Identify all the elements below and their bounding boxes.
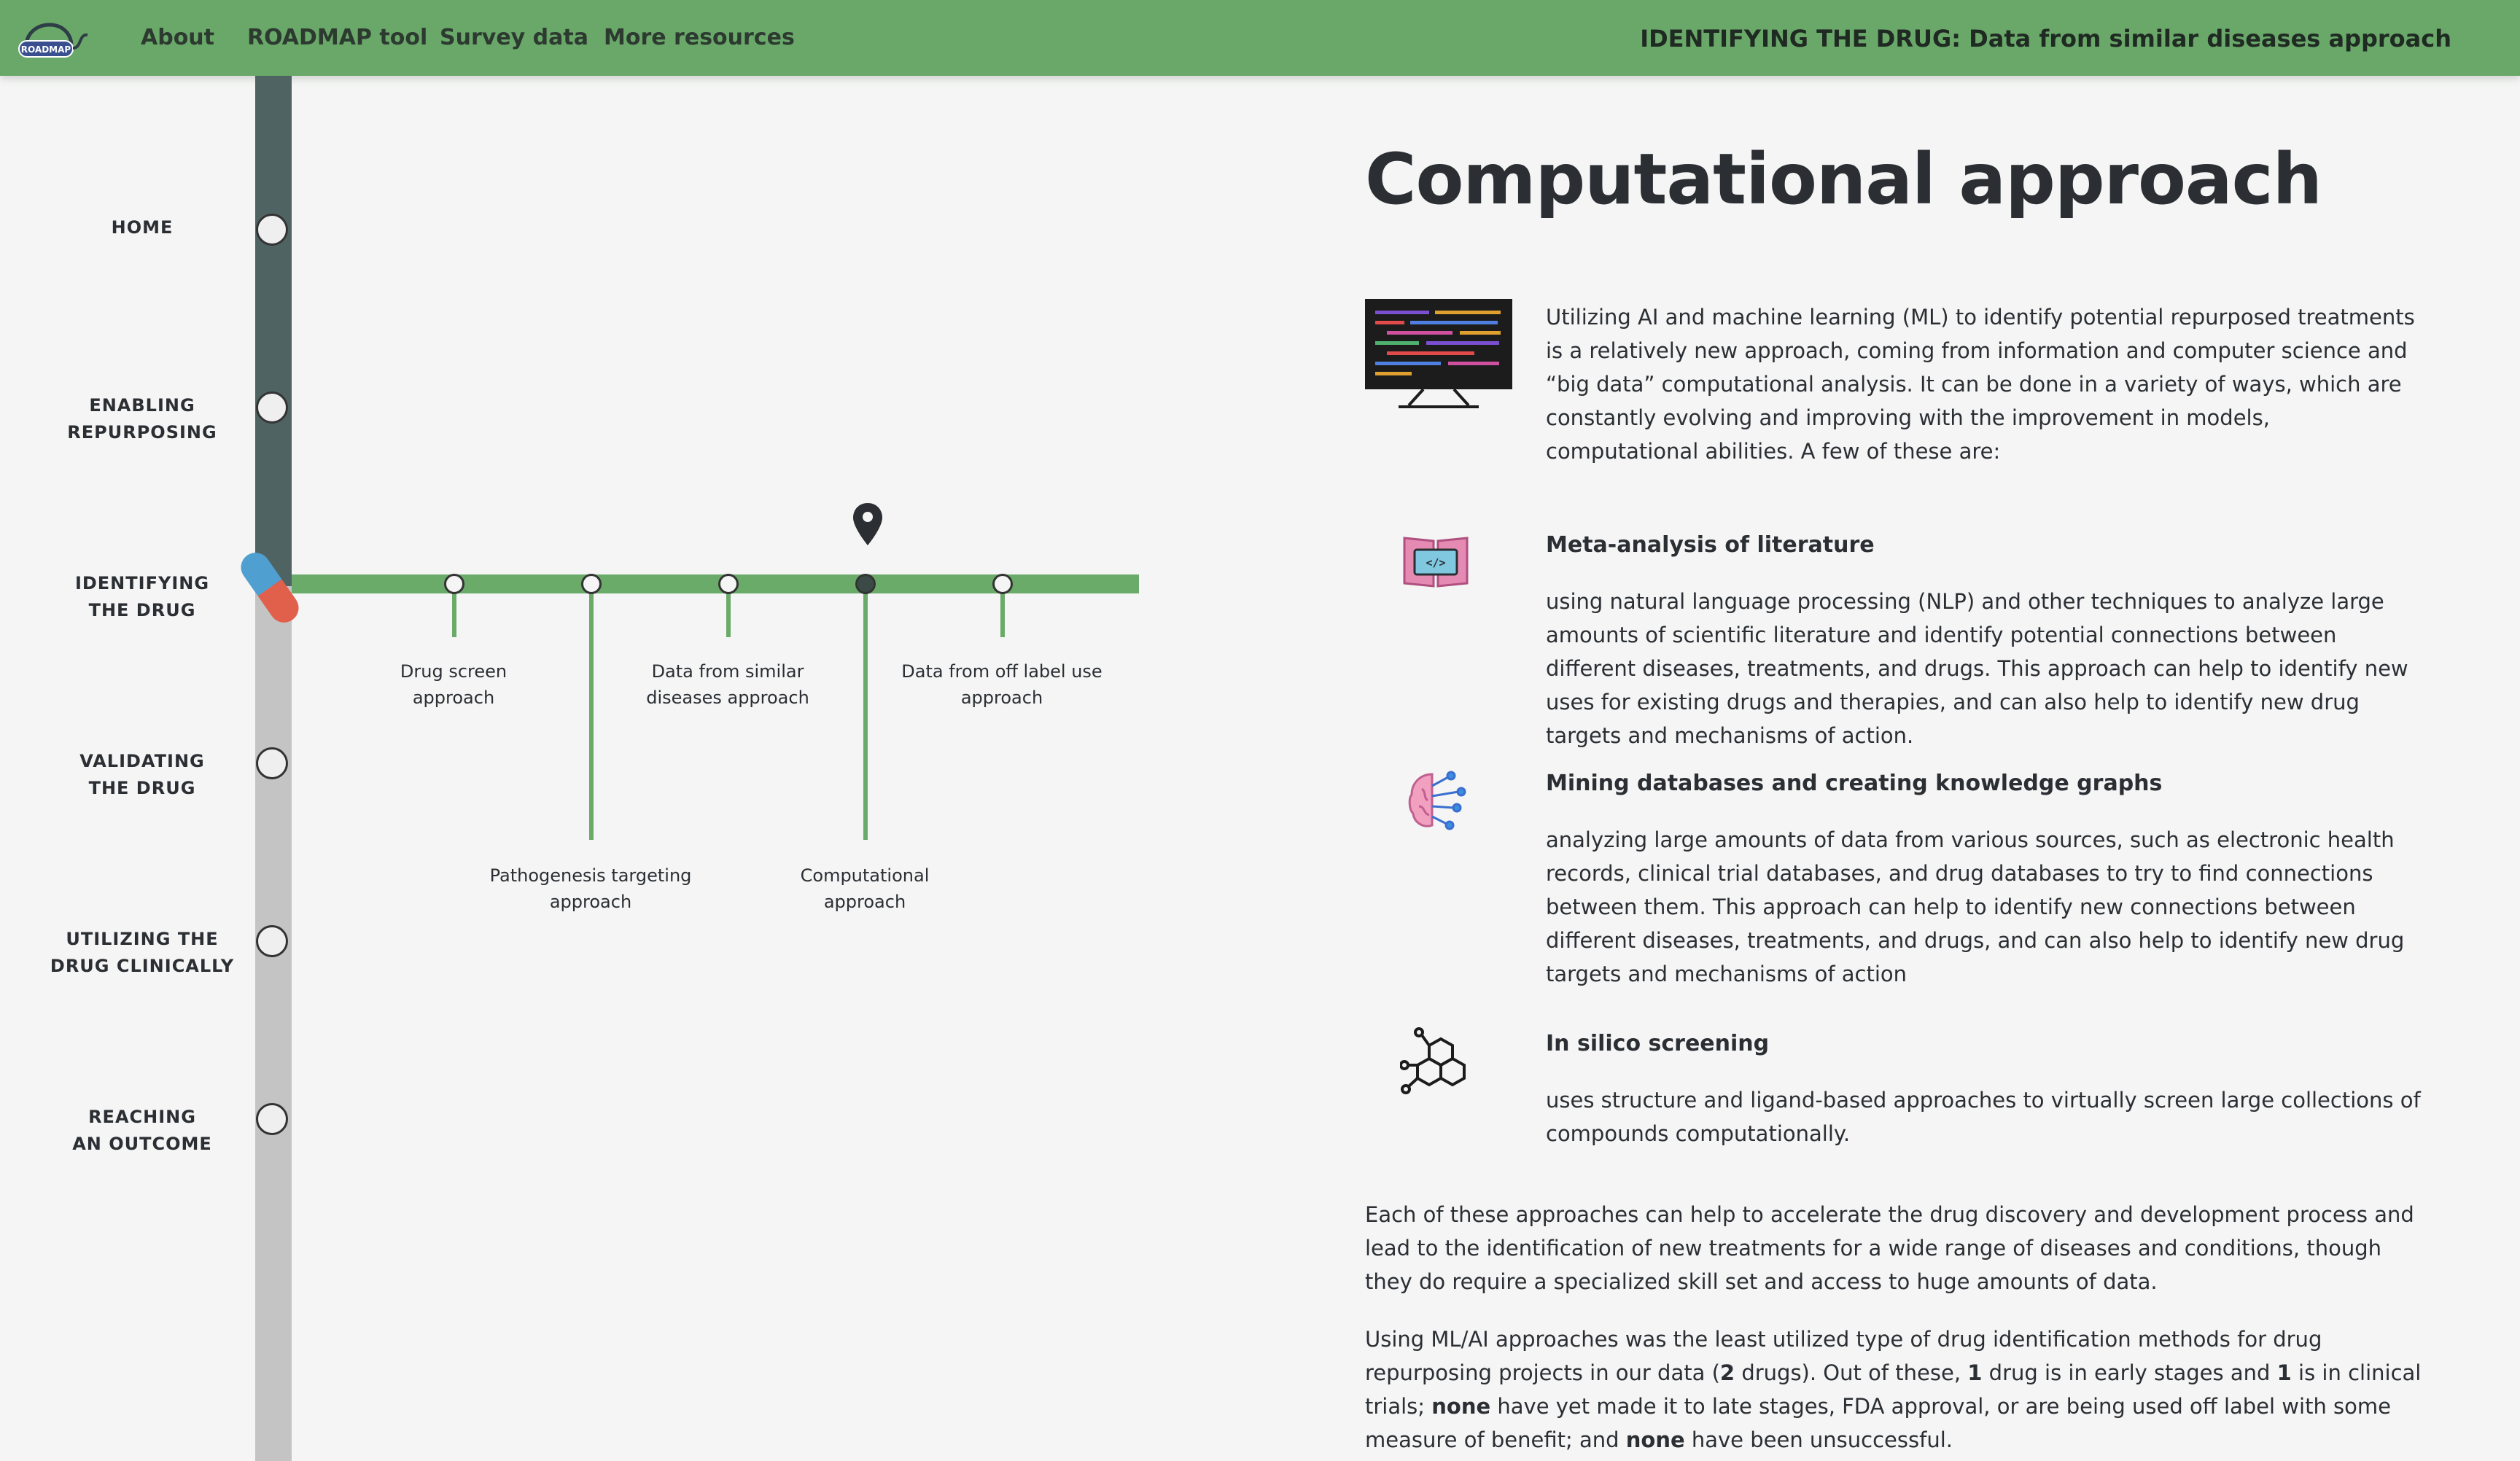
capsule-icon	[241, 553, 299, 623]
stage-node-enabling[interactable]	[256, 391, 288, 424]
approach-stem	[589, 592, 594, 840]
stage-label-home[interactable]: HOME	[44, 214, 241, 241]
approach-label-computational[interactable]: Computational approach	[763, 862, 967, 915]
stage-label-line: THE DRUG	[88, 778, 196, 798]
approach-stem	[452, 592, 456, 637]
stage-label-line: HOME	[111, 217, 174, 238]
method-title: In silico screening	[1546, 1031, 1770, 1056]
approach-label-line: approach	[549, 892, 632, 912]
nav-roadmap-tool[interactable]: ROADMAP tool	[247, 25, 427, 50]
approach-label-line: Drug screen	[400, 661, 508, 682]
approach-label-line: diseases approach	[646, 687, 809, 708]
timeline-track-remaining	[255, 586, 292, 1461]
approach-label-drug-screen[interactable]: Drug screen approach	[351, 658, 556, 711]
stats-text: have been unsuccessful.	[1684, 1427, 1953, 1452]
approach-node-pathogenesis[interactable]	[581, 574, 602, 594]
location-pin-icon	[853, 503, 882, 545]
stage-label-line: AN OUTCOME	[72, 1134, 212, 1154]
stats-early-count: 1	[1967, 1360, 1983, 1385]
intro-paragraph: Utilizing AI and machine learning (ML) t…	[1546, 305, 2415, 464]
stage-label-enabling[interactable]: ENABLING REPURPOSING	[44, 392, 241, 446]
approach-label-line: approach	[823, 892, 906, 912]
stage-label-line: DRUG CLINICALLY	[50, 956, 235, 976]
method-title: Meta-analysis of literature	[1546, 532, 1875, 558]
stage-label-outcome[interactable]: REACHING AN OUTCOME	[44, 1104, 241, 1158]
approach-stem	[863, 592, 868, 840]
nav-more-resources[interactable]: More resources	[604, 25, 795, 50]
page-title: Computational approach	[1365, 139, 2322, 220]
stage-label-identifying[interactable]: IDENTIFYING THE DRUG	[44, 570, 241, 624]
approach-stem	[1000, 592, 1005, 637]
stage-node-utilizing[interactable]	[256, 925, 288, 957]
method-text: using natural language processing (NLP) …	[1546, 589, 2408, 748]
approach-label-off-label[interactable]: Data from off label use approach	[900, 658, 1104, 711]
stats-late-count: none	[1431, 1394, 1491, 1419]
approach-label-line: approach	[960, 687, 1043, 708]
timeline-track-completed	[255, 76, 292, 586]
stats-unsuccessful-count: none	[1625, 1427, 1685, 1452]
top-navbar: ROADMAP About ROADMAP tool Survey data M…	[0, 0, 2520, 76]
approach-label-similar-diseases[interactable]: Data from similar diseases approach	[626, 658, 830, 711]
code-book-icon: </>	[1403, 537, 1469, 588]
stage-label-line: VALIDATING	[79, 751, 205, 771]
stage-node-home[interactable]	[256, 214, 288, 246]
approach-stem	[726, 592, 731, 637]
svg-text:ROADMAP: ROADMAP	[21, 44, 71, 55]
method-title: Mining databases and creating knowledge …	[1546, 771, 2163, 796]
stage-label-line: THE DRUG	[88, 600, 196, 620]
svg-text:</>: </>	[1426, 556, 1445, 569]
approach-label-line: Pathogenesis targeting	[489, 865, 692, 886]
nav-survey-data[interactable]: Survey data	[440, 25, 588, 50]
stage-label-line: ENABLING	[89, 395, 195, 416]
stats-text: drug is in early stages and	[1982, 1360, 2277, 1385]
approach-label-line: Computational	[800, 865, 930, 886]
approach-node-computational[interactable]	[855, 574, 876, 594]
approach-label-line: Data from off label use	[901, 661, 1102, 682]
stage-label-line: IDENTIFYING	[74, 573, 210, 593]
method-text: analyzing large amounts of data from var…	[1546, 827, 2405, 986]
approach-node-drug-screen[interactable]	[444, 574, 464, 594]
stage-label-line: UTILIZING THE	[66, 929, 219, 949]
stats-text: drugs). Out of these,	[1735, 1360, 1968, 1385]
molecule-icon	[1400, 1027, 1466, 1094]
approach-node-similar-diseases[interactable]	[718, 574, 739, 594]
approach-label-pathogenesis[interactable]: Pathogenesis targeting approach	[489, 862, 693, 915]
approach-label-line: approach	[412, 687, 495, 708]
brain-network-icon	[1408, 771, 1466, 830]
stage-node-validating[interactable]	[256, 747, 288, 779]
stage-label-utilizing[interactable]: UTILIZING THE DRUG CLINICALLY	[44, 926, 241, 980]
stats-trials-count: 1	[2276, 1360, 2292, 1385]
stage-label-validating[interactable]: VALIDATING THE DRUG	[44, 748, 241, 802]
roadmap-logo[interactable]: ROADMAP	[16, 19, 92, 60]
method-text: uses structure and ligand-based approach…	[1546, 1088, 2421, 1146]
approach-node-off-label[interactable]	[992, 574, 1013, 594]
stats-paragraph: Using ML/AI approaches was the least uti…	[1365, 1322, 2422, 1457]
stage-label-line: REPURPOSING	[67, 422, 217, 443]
summary-paragraph: Each of these approaches can help to acc…	[1365, 1202, 2414, 1294]
nav-about[interactable]: About	[141, 25, 214, 50]
stats-total-count: 2	[1719, 1360, 1735, 1385]
computer-monitor-icon	[1365, 299, 1512, 408]
page-context-title: IDENTIFYING THE DRUG: Data from similar …	[1640, 25, 2451, 52]
stage-node-outcome[interactable]	[256, 1103, 288, 1135]
stage-label-line: REACHING	[88, 1107, 196, 1127]
approach-label-line: Data from similar	[651, 661, 804, 682]
